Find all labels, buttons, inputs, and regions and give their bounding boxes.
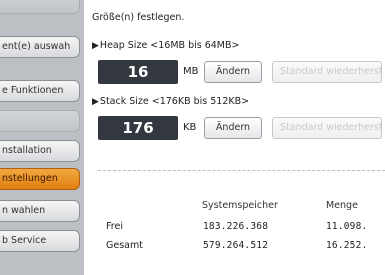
main-panel: Größe(n) festlegen. ▶Heap Size <16MB bis… (84, 0, 385, 275)
sidebar-item-select[interactable]: ent(e) auswah (0, 36, 80, 58)
divider (98, 170, 385, 171)
sidebar-item-settings[interactable]: nstellungen (0, 168, 80, 190)
row-label-total: Gesamt (106, 240, 143, 251)
stack-size-value[interactable]: 176 (98, 116, 178, 140)
row-label-free: Frei (106, 221, 123, 232)
stack-size-unit: KB (183, 122, 197, 133)
stack-change-button[interactable]: Ändern (204, 117, 262, 139)
stack-size-label: ▶Stack Size <176KB bis 512KB> (92, 96, 249, 107)
sidebar-item-service[interactable]: b Service (0, 230, 80, 252)
sidebar-item-functions[interactable]: e Funktionen (0, 80, 80, 102)
arrow-right-icon: ▶ (92, 97, 99, 107)
sidebar-item-choose[interactable]: n wahlen (0, 200, 80, 222)
free-amount: 11.098. (326, 221, 368, 232)
heap-size-unit: MB (183, 66, 199, 77)
stack-restore-default-button[interactable]: Standard wiederherst (272, 117, 382, 139)
column-header-amount: Menge (326, 200, 358, 211)
instruction-text: Größe(n) festlegen. (92, 12, 185, 23)
heap-size-value[interactable]: 16 (98, 60, 178, 84)
heap-size-label: ▶Heap Size <16MB bis 64MB> (92, 40, 240, 51)
heap-restore-default-button[interactable]: Standard wiederherst (272, 61, 382, 83)
heap-size-label-text: Heap Size <16MB bis 64MB> (99, 40, 240, 51)
sidebar: ent(e) auswah e Funktionen nstallation n… (0, 0, 84, 275)
sidebar-item-top[interactable] (0, 0, 80, 14)
free-system-memory: 183.226.368 (203, 221, 269, 232)
heap-change-button[interactable]: Ändern (204, 61, 262, 83)
total-system-memory: 579.264.512 (203, 240, 269, 251)
stack-size-label-text: Stack Size <176KB bis 512KB> (99, 96, 250, 107)
total-amount: 16.252. (326, 240, 368, 251)
sidebar-item-disabled[interactable] (0, 110, 80, 132)
column-header-system-memory: Systemspeicher (202, 200, 278, 211)
sidebar-item-installation[interactable]: nstallation (0, 140, 80, 162)
arrow-right-icon: ▶ (92, 41, 99, 51)
